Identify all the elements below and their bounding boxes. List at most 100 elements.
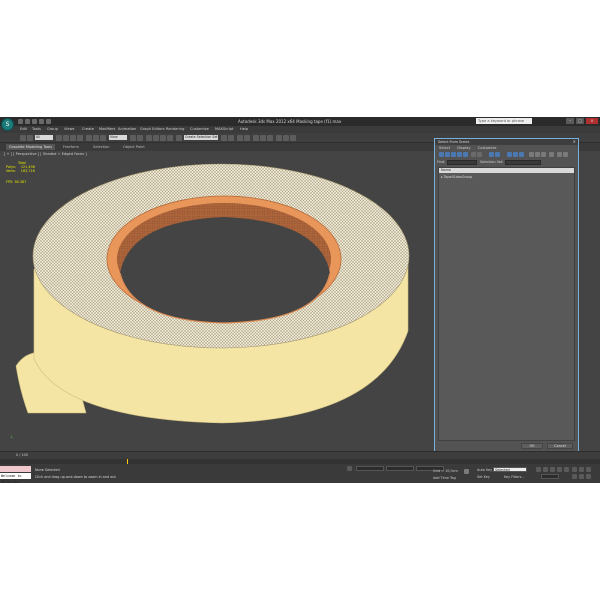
key-mode-dropdown[interactable]: Selected xyxy=(493,467,527,472)
perspective-viewport[interactable]: [ + ] [ Perspective ] [ Shaded + Edged F… xyxy=(2,151,434,451)
zoom-all-icon[interactable] xyxy=(579,467,584,472)
dialog-close-icon[interactable]: × xyxy=(573,139,576,145)
orbit-icon[interactable] xyxy=(579,474,584,479)
named-selection-dropdown[interactable]: Create Selection Set xyxy=(184,135,218,140)
select-invert-icon[interactable] xyxy=(519,152,524,157)
layers-icon[interactable] xyxy=(549,152,554,157)
display-shapes-icon[interactable] xyxy=(445,152,450,157)
display-xrefs-icon[interactable] xyxy=(489,152,494,157)
display-cameras-icon[interactable] xyxy=(457,152,462,157)
app-logo-icon[interactable]: S xyxy=(1,118,14,131)
key-filters-button[interactable]: Key Filters... xyxy=(504,475,525,479)
selection-filter-dropdown[interactable]: All xyxy=(35,135,53,140)
menu-help[interactable]: Help xyxy=(240,127,248,131)
lock-selection-icon[interactable] xyxy=(347,466,352,471)
menu-graph-editors[interactable]: Graph Editors xyxy=(140,127,165,131)
spinner-snap-icon[interactable] xyxy=(167,135,173,141)
menu-edit[interactable]: Edit xyxy=(20,127,27,131)
select-by-name-icon[interactable] xyxy=(63,135,69,141)
menu-views[interactable]: Views xyxy=(64,127,74,131)
menu-customize[interactable]: Customize xyxy=(190,127,209,131)
new-file-icon[interactable] xyxy=(18,119,23,124)
minimize-button[interactable]: – xyxy=(566,118,574,124)
maxscript-listener-mini[interactable] xyxy=(0,466,31,472)
curve-editor-icon[interactable] xyxy=(253,135,259,141)
dialog-menu-select[interactable]: Select xyxy=(439,146,450,150)
set-key-icon[interactable] xyxy=(464,469,469,474)
goto-start-icon[interactable] xyxy=(536,467,541,472)
scene-object-list[interactable]: Name ▸ Tape01dasGroup xyxy=(438,167,575,441)
options-icon[interactable] xyxy=(563,152,568,157)
find-input[interactable] xyxy=(447,160,477,165)
move-icon[interactable] xyxy=(86,135,92,141)
scale-icon[interactable] xyxy=(100,135,106,141)
maximize-button[interactable]: □ xyxy=(576,118,584,124)
cancel-button[interactable]: Cancel xyxy=(547,443,573,449)
dialog-menu-display[interactable]: Display xyxy=(457,146,470,150)
angle-snap-icon[interactable] xyxy=(153,135,159,141)
menu-group[interactable]: Group xyxy=(47,127,58,131)
column-header-name[interactable]: Name xyxy=(439,168,574,173)
search-input[interactable]: Type a keyword or phrase xyxy=(476,118,532,124)
select-all-icon[interactable] xyxy=(507,152,512,157)
rendered-frame-icon[interactable] xyxy=(283,135,289,141)
rotate-icon[interactable] xyxy=(93,135,99,141)
undo-icon[interactable] xyxy=(39,119,44,124)
render-icon[interactable] xyxy=(290,135,296,141)
goto-end-icon[interactable] xyxy=(564,467,569,472)
close-button[interactable]: × xyxy=(586,118,598,124)
viewport-label[interactable]: [ + ] [ Perspective ] [ Shaded + Edged F… xyxy=(4,152,87,156)
menu-rendering[interactable]: Rendering xyxy=(166,127,184,131)
tab-object-paint[interactable]: Object Paint xyxy=(120,144,148,150)
pivot-icon[interactable] xyxy=(130,135,136,141)
snap-toggle-icon[interactable] xyxy=(146,135,152,141)
display-bones-icon[interactable] xyxy=(495,152,500,157)
hierarchy-icon[interactable] xyxy=(535,152,540,157)
display-geometry-icon[interactable] xyxy=(439,152,444,157)
menu-maxscript[interactable]: MAXScript xyxy=(215,127,233,131)
prev-frame-icon[interactable] xyxy=(543,467,548,472)
tab-selection[interactable]: Selection xyxy=(90,144,113,150)
tab-graphite-modeling-tools[interactable]: Graphite Modeling Tools xyxy=(6,144,56,150)
y-coordinate-field[interactable] xyxy=(386,466,414,471)
undo-toolbar-icon[interactable] xyxy=(20,135,26,141)
menu-animation[interactable]: Animation xyxy=(118,127,136,131)
current-frame-field[interactable] xyxy=(541,474,559,479)
material-editor-icon[interactable] xyxy=(267,135,273,141)
open-file-icon[interactable] xyxy=(25,119,30,124)
display-helpers-icon[interactable] xyxy=(463,152,468,157)
menu-tools[interactable]: Tools xyxy=(32,127,41,131)
select-object-icon[interactable] xyxy=(56,135,62,141)
columns-icon[interactable] xyxy=(541,152,546,157)
filter-icon[interactable] xyxy=(557,152,562,157)
select-manipulate-icon[interactable] xyxy=(137,135,143,141)
display-lights-icon[interactable] xyxy=(451,152,456,157)
play-icon[interactable] xyxy=(550,467,555,472)
render-setup-icon[interactable] xyxy=(276,135,282,141)
next-frame-icon[interactable] xyxy=(557,467,562,472)
selection-set-dropdown[interactable] xyxy=(505,160,541,165)
set-key-button[interactable]: Set Key xyxy=(477,475,490,479)
save-file-icon[interactable] xyxy=(32,119,37,124)
auto-key-button[interactable]: Auto Key xyxy=(477,468,492,472)
schematic-view-icon[interactable] xyxy=(260,135,266,141)
menu-create[interactable]: Create xyxy=(82,127,94,131)
display-spacewarps-icon[interactable] xyxy=(471,152,476,157)
maximize-viewport-icon[interactable] xyxy=(586,474,591,479)
display-groups-icon[interactable] xyxy=(477,152,482,157)
redo-icon[interactable] xyxy=(46,119,51,124)
sort-icon[interactable] xyxy=(529,152,534,157)
mirror-icon[interactable] xyxy=(221,135,227,141)
graphite-toggle-icon[interactable] xyxy=(244,135,250,141)
ok-button[interactable]: OK xyxy=(521,443,543,449)
select-none-icon[interactable] xyxy=(513,152,518,157)
rect-select-icon[interactable] xyxy=(70,135,76,141)
edit-named-sets-icon[interactable] xyxy=(176,135,182,141)
zoom-extents-icon[interactable] xyxy=(586,467,591,472)
window-crossing-icon[interactable] xyxy=(77,135,83,141)
menu-modifiers[interactable]: Modifiers xyxy=(99,127,115,131)
list-item[interactable]: ▸ Tape01dasGroup xyxy=(441,175,472,179)
percent-snap-icon[interactable] xyxy=(160,135,166,141)
x-coordinate-field[interactable] xyxy=(356,466,384,471)
tab-freeform[interactable]: Freeform xyxy=(60,144,82,150)
